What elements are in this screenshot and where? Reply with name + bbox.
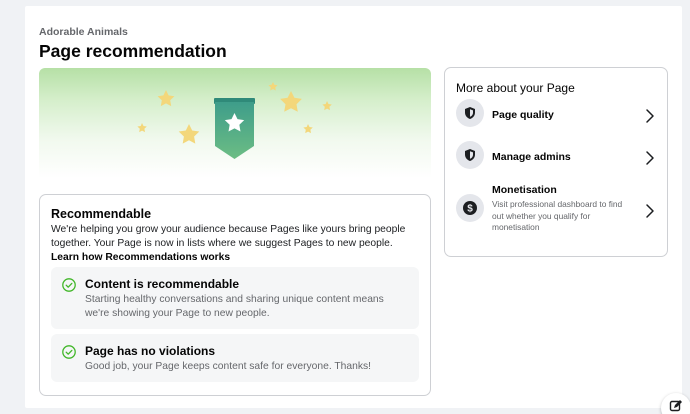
recommendable-description: We're helping you grow your audience bec… bbox=[51, 223, 421, 265]
page-name: Adorable Animals bbox=[39, 26, 128, 38]
chevron-right-icon bbox=[646, 109, 654, 123]
svg-text:$: $ bbox=[467, 204, 473, 215]
star-badge-icon bbox=[214, 98, 255, 159]
check-circle-icon bbox=[62, 345, 76, 359]
check-item-title: Page has no violations bbox=[85, 344, 216, 358]
dollar-icon: $ bbox=[456, 194, 484, 222]
recommendable-title: Recommendable bbox=[51, 207, 152, 221]
sidebar-item-page-quality[interactable]: Page quality bbox=[445, 96, 667, 136]
side-panel-title: More about your Page bbox=[456, 81, 575, 95]
compose-button[interactable] bbox=[661, 393, 690, 414]
check-item-title: Content is recommendable bbox=[85, 277, 240, 291]
hero-banner bbox=[39, 68, 431, 178]
chevron-right-icon bbox=[646, 151, 654, 165]
sidebar-item-label: Page quality bbox=[492, 109, 554, 121]
sidebar-item-monetisation[interactable]: $ Monetisation Visit professional dashbo… bbox=[445, 181, 667, 237]
shield-icon bbox=[456, 141, 484, 169]
main-card: Adorable Animals Page recommendation Rec… bbox=[25, 6, 682, 408]
check-item-description: Starting healthy conversations and shari… bbox=[85, 294, 384, 319]
shield-icon bbox=[456, 99, 484, 127]
hero-illustration bbox=[137, 82, 332, 159]
recommendable-panel: Recommendable We're helping you grow you… bbox=[39, 194, 431, 396]
sidebar-item-label: Manage admins bbox=[492, 151, 571, 163]
sidebar-item-manage-admins[interactable]: Manage admins bbox=[445, 138, 667, 178]
sidebar-item-subtitle: Visit professional dashboard to find out… bbox=[492, 199, 623, 232]
check-circle-icon bbox=[62, 278, 76, 292]
recommendable-text: We're helping you grow your audience bec… bbox=[51, 224, 406, 249]
sidebar-item-label: Monetisation bbox=[492, 184, 557, 196]
check-item-content: Content is recommendable Starting health… bbox=[51, 267, 419, 329]
page-title: Page recommendation bbox=[39, 41, 227, 61]
more-about-page-panel: More about your Page Page quality Manage… bbox=[444, 67, 668, 257]
check-item-violations: Page has no violations Good job, your Pa… bbox=[51, 334, 419, 382]
chevron-right-icon bbox=[646, 204, 654, 218]
check-item-description: Good job, your Page keeps content safe f… bbox=[85, 361, 372, 372]
edit-icon bbox=[669, 400, 682, 412]
learn-more-link[interactable]: Learn how Recommendations works bbox=[51, 252, 230, 263]
